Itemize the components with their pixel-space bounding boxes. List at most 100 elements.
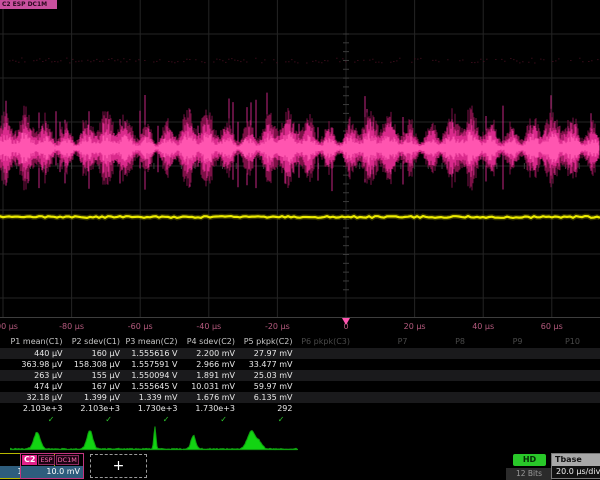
measure-status-cell (413, 414, 471, 425)
measurement-histicons (0, 425, 600, 452)
measure-header-P1[interactable]: P1 mean(C1) (10, 335, 68, 348)
measure-cell (413, 381, 471, 392)
measure-cell: 292 (240, 403, 298, 414)
measure-cell (298, 392, 356, 403)
measure-cell: 155 µV (68, 370, 126, 381)
measure-cell (413, 392, 471, 403)
measure-cell: 440 µV (10, 348, 68, 359)
measure-cell (470, 370, 528, 381)
time-tick-label: -80 µs (59, 322, 84, 331)
time-tick-label: -20 µs (265, 322, 290, 331)
measure-cell (355, 403, 413, 414)
measure-cell (355, 392, 413, 403)
measure-cell: 160 µV (68, 348, 126, 359)
measure-cell (528, 381, 586, 392)
measure-header-P2[interactable]: P2 sdev(C1) (68, 335, 126, 348)
c2-coupling-badge: DC1M (56, 455, 79, 465)
oscilloscope-screen: C2 ESP DC1M -100 µs -80 µs -60 µs -40 µs -20… (0, 0, 600, 480)
waveform-display[interactable]: C2 ESP DC1M (0, 0, 600, 317)
status-check-icon: ✓ (105, 415, 120, 424)
measure-cell: 1.339 mV (125, 392, 183, 403)
histicon (68, 425, 126, 452)
measure-cell: 167 µV (68, 381, 126, 392)
measure-cell: 474 µV (10, 381, 68, 392)
measure-header-P7[interactable]: P7 (355, 335, 413, 348)
measure-cell (355, 359, 413, 370)
measure-cell: 363.98 µV (10, 359, 68, 370)
status-check-icon: ✓ (163, 415, 178, 424)
measure-cell: 1.555645 V (125, 381, 183, 392)
trigger-position-marker[interactable] (342, 318, 350, 325)
c2-channel-badge: C2 (22, 455, 37, 465)
measure-cell: 32.18 µV (10, 392, 68, 403)
measure-cell: 2.200 mV (183, 348, 241, 359)
hd-bits-label: 12 Bits (506, 468, 552, 480)
c2-esp-badge: ESP (38, 455, 54, 465)
descriptor-bar: DC1M 10.0 mV C2 ESP DC1M 10.0 mV + HD 12… (0, 452, 600, 480)
measure-cell (298, 403, 356, 414)
measure-cell (470, 392, 528, 403)
time-tick-label: -100 µs (0, 322, 18, 331)
measure-header-P10[interactable]: P10 (528, 335, 586, 348)
measure-header-P3[interactable]: P3 mean(C2) (125, 335, 183, 348)
measure-status-cell: ✓ (10, 414, 68, 425)
measure-status-cell (528, 414, 586, 425)
measure-status-cell: ✓ (125, 414, 183, 425)
timebase-value: 20.0 µs/div (552, 466, 600, 478)
measure-cell (528, 403, 586, 414)
measure-cell: 27.97 mV (240, 348, 298, 359)
measure-cell (413, 348, 471, 359)
histicon (240, 425, 298, 452)
timebase-descriptor[interactable]: Tbase 20.0 µs/div (551, 453, 600, 479)
measure-header-P5[interactable]: P5 pkpk(C2) (240, 335, 298, 348)
measure-status-cell: ✓ (240, 414, 298, 425)
measure-header-P8[interactable]: P8 (413, 335, 471, 348)
measure-cell (298, 348, 356, 359)
add-trace-button[interactable]: + (90, 454, 147, 478)
measure-cell: 6.135 mV (240, 392, 298, 403)
measure-cell (298, 381, 356, 392)
time-tick-label: 60 µs (541, 322, 563, 331)
measure-cell: 1.730e+3 (125, 403, 183, 414)
measure-status-cell (470, 414, 528, 425)
measure-cell (355, 348, 413, 359)
measure-cell (413, 403, 471, 414)
status-check-icon: ✓ (278, 415, 293, 424)
time-tick-label: 20 µs (404, 322, 426, 331)
histicon (10, 425, 68, 452)
time-tick-label: -40 µs (196, 322, 221, 331)
measure-cell: 1.730e+3 (183, 403, 241, 414)
time-axis: -100 µs-80 µs-60 µs-40 µs-20 µs020 µs40 … (0, 317, 600, 335)
c2-scale-value: 10.0 mV (21, 466, 83, 478)
measure-cell: 33.477 mV (240, 359, 298, 370)
measure-cell: 1.676 mV (183, 392, 241, 403)
measure-cell: 59.97 mV (240, 381, 298, 392)
hd-mode-badge[interactable]: HD (513, 454, 546, 466)
measure-cell (298, 370, 356, 381)
measure-cell: 1.555616 V (125, 348, 183, 359)
status-check-icon: ✓ (220, 415, 235, 424)
measure-status-cell: ✓ (68, 414, 126, 425)
measure-header-P6[interactable]: P6 pkpk(C3) (298, 335, 356, 348)
measure-cell (413, 359, 471, 370)
time-tick-label: 40 µs (472, 322, 494, 331)
measure-cell: 1.557591 V (125, 359, 183, 370)
histicon (125, 425, 183, 452)
trace-annotation-label: C2 ESP DC1M (0, 0, 57, 9)
measure-cell: 2.103e+3 (68, 403, 126, 414)
time-tick-label: -60 µs (128, 322, 153, 331)
measure-cell: 25.03 mV (240, 370, 298, 381)
measure-cell (528, 348, 586, 359)
channel-c2-descriptor[interactable]: C2 ESP DC1M 10.0 mV (20, 453, 84, 479)
measure-header-P9[interactable]: P9 (470, 335, 528, 348)
measure-header-P4[interactable]: P4 sdev(C2) (183, 335, 241, 348)
measurement-table: P1 mean(C1)P2 sdev(C1)P3 mean(C2)P4 sdev… (0, 335, 600, 425)
timebase-title: Tbase (552, 454, 600, 466)
measure-cell: 1.550094 V (125, 370, 183, 381)
measure-cell: 158.308 µV (68, 359, 126, 370)
measure-cell (470, 381, 528, 392)
status-check-icon: ✓ (48, 415, 63, 424)
measure-cell (413, 370, 471, 381)
measure-cell (528, 359, 586, 370)
measure-cell (470, 403, 528, 414)
